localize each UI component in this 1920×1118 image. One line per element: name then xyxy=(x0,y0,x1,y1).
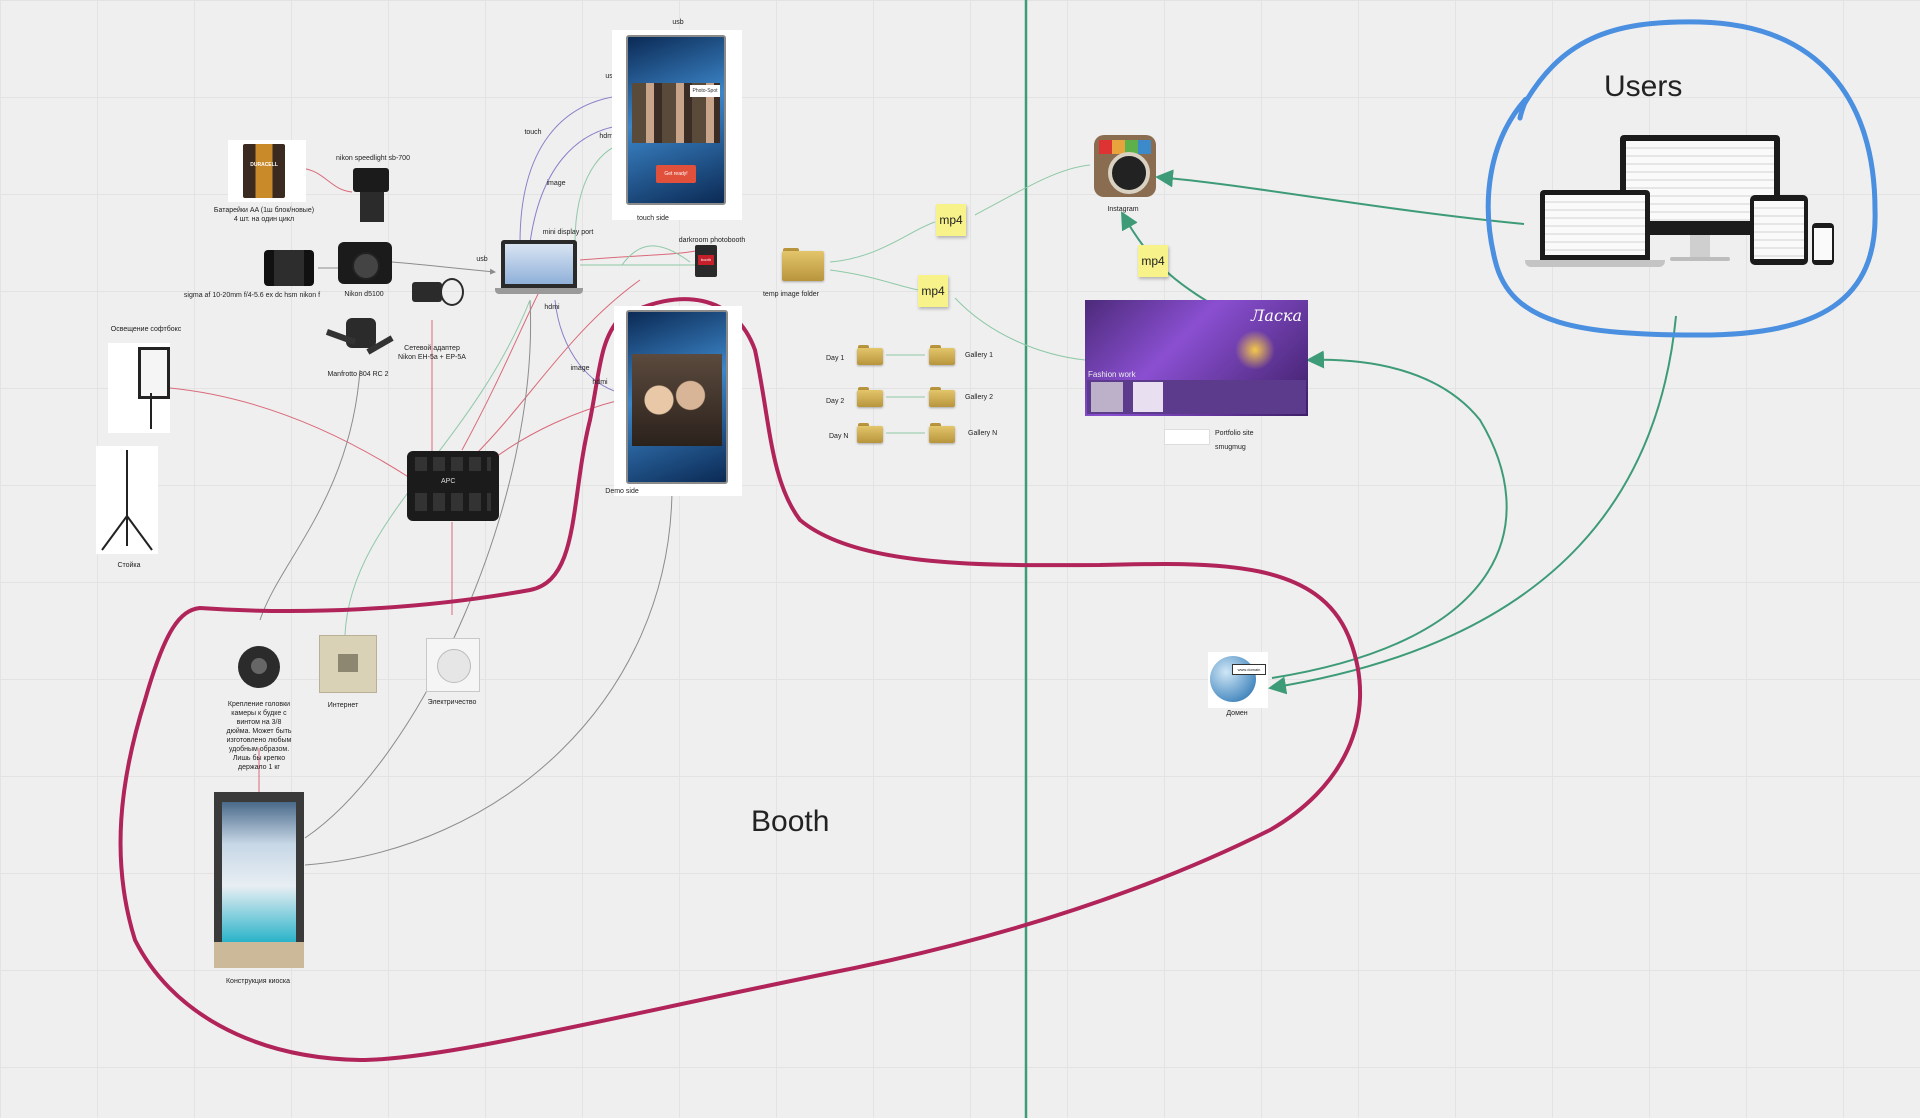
diagram-board: Users Booth usb usb touch hdmi image usb… xyxy=(0,0,1920,1118)
portfolio-subtitle: Fashion work xyxy=(1088,370,1136,379)
day1-label: Day 1 xyxy=(826,355,845,362)
users-devices[interactable] xyxy=(1525,135,1835,275)
demo-photo xyxy=(632,354,722,446)
phone-device xyxy=(1812,223,1834,265)
lens-label: sigma af 10-20mm f/4-5.6 ex dc hsm nikon… xyxy=(183,292,321,299)
portfolio-title: Ласка xyxy=(1251,306,1302,325)
sticky-mp4-b[interactable]: mp4 xyxy=(918,275,948,307)
mount-label: Крепление головки камеры к будке с винто… xyxy=(226,701,292,771)
domain-tag: www.domain xyxy=(1232,664,1266,675)
demo-side-label: Demo side xyxy=(605,488,639,495)
edge-label-usb-top: usb xyxy=(672,19,684,26)
edge-label-touch: touch xyxy=(524,129,542,136)
wire-batteries-speedlight xyxy=(299,167,353,193)
edge-label-hdmi-3: hdmi xyxy=(592,379,608,386)
stand-shape xyxy=(101,450,153,551)
edge-label-image: image xyxy=(546,180,566,187)
gallery1-folder[interactable] xyxy=(929,345,955,365)
dayn-label: Day N xyxy=(829,433,849,440)
wire-camera-darkroom xyxy=(579,249,701,261)
nikon-camera[interactable] xyxy=(338,242,392,284)
camera-label: Nikon d5100 xyxy=(344,291,384,298)
gallery2-label: Gallery 2 xyxy=(965,394,994,401)
edge-label-image-2: image xyxy=(570,365,590,372)
users-area-label: Users xyxy=(1604,70,1683,103)
battery-brand: DURACELL xyxy=(250,162,278,168)
camera-mount[interactable] xyxy=(233,638,285,694)
sigma-lens[interactable] xyxy=(264,250,314,286)
demo-side-screen-card[interactable] xyxy=(614,306,742,496)
light-stand[interactable] xyxy=(96,446,158,554)
ups-brand: APC xyxy=(441,478,456,485)
sticky-mp4-a[interactable]: mp4 xyxy=(936,204,966,236)
softbox-light[interactable] xyxy=(108,343,170,433)
get-ready-button[interactable]: Get ready! xyxy=(656,165,696,183)
galleryn-label: Gallery N xyxy=(968,430,998,437)
domain-label: Домен xyxy=(1226,710,1248,717)
wire-temp-mp4a xyxy=(829,221,936,263)
tripod-head[interactable] xyxy=(325,312,394,368)
portfolio-site[interactable]: Ласка Fashion work xyxy=(1085,300,1308,416)
darkroom-tag: booth xyxy=(698,255,714,265)
laptop[interactable] xyxy=(495,240,583,300)
wire-temp-mp4b xyxy=(829,269,919,291)
battery-pack xyxy=(243,144,285,198)
softbox-label: Освещение софтбокс xyxy=(110,326,182,333)
internet-socket[interactable] xyxy=(319,635,377,693)
wire-ups-screen-demo xyxy=(484,399,621,466)
arrow-users-instagram xyxy=(1155,169,1525,225)
touch-side-screen-card[interactable]: Photo-Spot Get ready! xyxy=(612,30,742,220)
temp-folder-label: temp image folder xyxy=(762,291,820,298)
mini-display-port-label: mini display port xyxy=(542,229,594,236)
gallery2-folder[interactable] xyxy=(929,387,955,407)
power-label: Электричество xyxy=(427,699,477,706)
instagram-label: Instagram xyxy=(1107,206,1139,213)
booth-area-label: Booth xyxy=(751,805,830,838)
day2-label: Day 2 xyxy=(826,398,845,405)
tripod-head-label: Manfrotto 804 RC 2 xyxy=(327,371,389,378)
day1-folder[interactable] xyxy=(857,345,883,365)
gallery1-label: Gallery 1 xyxy=(965,352,994,359)
portfolio-thumb xyxy=(1164,429,1210,445)
photo-strip-badge: Photo-Spot xyxy=(690,85,720,97)
edge-label-hdmi-2: hdmi xyxy=(544,304,560,311)
power-adapter[interactable] xyxy=(404,276,464,310)
tablet-device xyxy=(1750,195,1808,265)
kiosk-structure[interactable] xyxy=(214,792,304,968)
sticky-mp4-c[interactable]: mp4 xyxy=(1138,245,1168,277)
internet-label: Интернет xyxy=(327,702,359,709)
speedlight-label: nikon speedlight sb-700 xyxy=(336,155,410,162)
edge-label-usb-2: usb xyxy=(476,256,488,263)
domain-globe[interactable]: www.domain xyxy=(1208,652,1268,708)
adapter-label: Сетевой адаптер Nikon EH-5a + EP-5A xyxy=(398,345,466,361)
wire-temp-demo xyxy=(621,245,691,266)
dayn-folder[interactable] xyxy=(857,423,883,443)
wire-ups-softbox xyxy=(169,387,411,479)
batteries-label: Батарейки AA (1ш блок/новые) 4 шт. на од… xyxy=(213,207,315,223)
power-socket[interactable] xyxy=(426,638,480,692)
instagram-icon[interactable] xyxy=(1094,135,1156,197)
touch-side-label: touch side xyxy=(637,215,669,222)
laptop-device xyxy=(1540,190,1650,260)
darkroom-box[interactable]: booth xyxy=(695,245,717,277)
stand-label: Стойка xyxy=(117,562,141,569)
galleryn-folder[interactable] xyxy=(929,423,955,443)
temp-image-folder[interactable] xyxy=(782,248,824,282)
touch-side-screen: Photo-Spot Get ready! xyxy=(626,35,726,205)
arrow-users-domain xyxy=(1268,315,1677,695)
wire-tripod-mount xyxy=(259,369,361,621)
portfolio-label: Portfolio site smugmug xyxy=(1215,430,1254,451)
wire-mp4a-instagram xyxy=(974,164,1091,216)
apc-ups[interactable]: APC xyxy=(407,451,499,521)
day2-folder[interactable] xyxy=(857,387,883,407)
speedlight-flash[interactable] xyxy=(350,168,394,226)
demo-side-screen xyxy=(626,310,728,484)
darkroom-label: darkroom photobooth xyxy=(678,237,746,244)
batteries[interactable]: DURACELL xyxy=(228,140,306,202)
kiosk-label: Конструкция киоска xyxy=(225,978,291,985)
